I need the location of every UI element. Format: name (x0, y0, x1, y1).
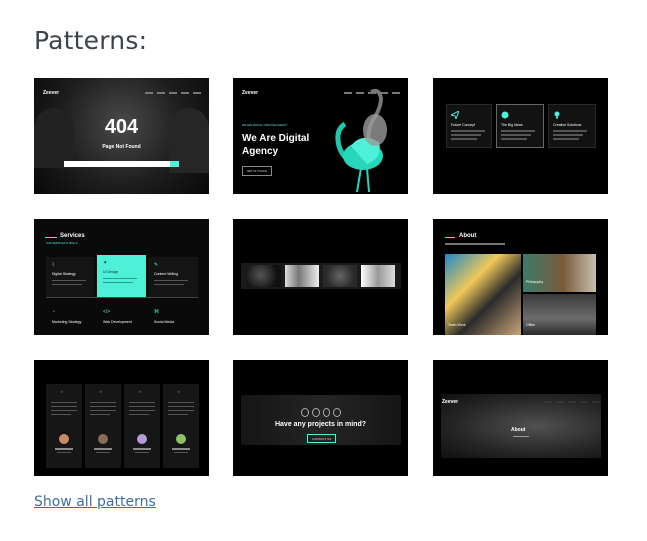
service-cell: ✎ Content Writing (148, 257, 198, 297)
gallery-photo-disc (323, 265, 357, 287)
service-title: Marketing Strategy (52, 320, 82, 324)
info-icon (501, 111, 509, 119)
thumb-logo: Zeever (242, 90, 259, 96)
chart-icon: ⌇ (52, 262, 55, 268)
gallery-photo-person (361, 265, 395, 287)
thumb-search-field (64, 161, 170, 167)
testimonial-card: ❝ (85, 384, 121, 468)
share-icon: ⌘ (154, 309, 159, 315)
feature-title: Creative Solutions (553, 123, 582, 127)
pattern-cta[interactable]: Have any projects in mind? CONTACT US (233, 360, 408, 476)
pattern-404[interactable]: Zeever 404 Page Not Found (34, 78, 209, 194)
pattern-services[interactable]: Services OUR SERVICES & SKILLS ⌇ Digital… (34, 219, 209, 335)
avatar (59, 434, 69, 444)
hero-about-label: About (511, 427, 526, 433)
about-caption: Team Work (448, 323, 466, 327)
thumb-search-button (170, 161, 179, 167)
patterns-grid: Zeever 404 Page Not Found Zeever WE ARE … (0, 0, 647, 541)
code-icon: </> (103, 309, 111, 315)
thumb-hero-kicker: WE ARE DIGITAL CREATIVE AGENCY (242, 124, 288, 127)
about-photo-office (523, 294, 596, 335)
hero-laptop-photo (441, 394, 601, 458)
thumb-about-title: About (459, 233, 477, 239)
thumb-hero-title-2: Agency (242, 146, 279, 157)
testimonial-card: ❝ (124, 384, 160, 468)
thumb-logo: Zeever (43, 90, 60, 96)
feature-card: The Big Ideas (496, 104, 544, 148)
feature-title: The Big Ideas (501, 123, 523, 127)
service-title: UI Design (103, 270, 119, 274)
pen-icon: ✎ (154, 262, 159, 268)
pattern-hero-laptop[interactable]: Zeever Zeever About (433, 360, 608, 476)
pattern-gallery[interactable] (233, 219, 408, 335)
service-cell-active: ✦ UI Design (97, 255, 146, 297)
service-cell: ⌇ Digital Strategy (46, 257, 94, 297)
service-title: Social Media (154, 320, 175, 324)
cta-title: Have any projects in mind? (274, 421, 367, 428)
feature-title: Future Concept (451, 123, 476, 127)
service-title: Digital Strategy (52, 272, 76, 276)
thumb-hero-title-1: We Are Digital (242, 133, 310, 144)
service-title: Content Writing (154, 272, 179, 276)
thumb-services-title: Services (60, 233, 85, 239)
testimonial-card: ❝ (163, 384, 199, 468)
feature-card: Creative Solutions (548, 104, 596, 148)
pattern-about[interactable]: About Team Work Philosophy Office (433, 219, 608, 335)
pattern-digital-agency-hero[interactable]: Zeever WE ARE DIGITAL CREATIVE AGENCY We… (233, 78, 408, 194)
facebook-icon (301, 408, 309, 417)
avatar (176, 434, 186, 444)
megaphone-icon: ◔ (52, 309, 56, 315)
twitter-icon (311, 408, 320, 417)
pattern-features[interactable]: Future Concept The Big Ideas Creative So… (433, 78, 608, 194)
thumb-services-kicker: OUR SERVICES & SKILLS (46, 242, 78, 245)
quote-icon: ❝ (138, 391, 142, 397)
testimonial-card: ❝ (46, 384, 82, 468)
quote-icon: ❝ (60, 391, 64, 397)
lightbulb-icon (554, 111, 560, 119)
gallery-photo-headphones (247, 265, 281, 287)
quote-icon: ❝ (177, 391, 181, 397)
show-all-patterns-link[interactable]: Show all patterns (34, 494, 156, 510)
thumb-404-subtitle: Page Not Found (102, 144, 141, 150)
service-title: Web Development (103, 320, 132, 324)
about-photo-philosophy (523, 254, 596, 292)
paper-plane-icon (451, 111, 459, 119)
avatar (137, 434, 147, 444)
about-caption: Philosophy (526, 280, 544, 284)
flamingo-illustration (335, 88, 387, 193)
social-icons (301, 408, 341, 417)
avatar (98, 434, 108, 444)
thumb-hero-button: GET IN TOUCH (242, 166, 272, 176)
instagram-icon (322, 408, 331, 417)
pattern-testimonials[interactable]: ❝ ❝ ❝ ❝ (34, 360, 209, 476)
quote-icon: ❝ (99, 391, 103, 397)
design-icon: ✦ (103, 260, 108, 266)
feature-card: Future Concept (446, 104, 492, 148)
cta-button: CONTACT US (307, 434, 337, 443)
linkedin-icon (333, 408, 341, 417)
thumb-nav (145, 92, 201, 94)
thumb-logo-overlay: Zeever (442, 399, 459, 405)
thumb-404-code: 404 (104, 116, 139, 138)
about-caption: Office (526, 323, 536, 327)
gallery-photo-camera (285, 265, 319, 287)
